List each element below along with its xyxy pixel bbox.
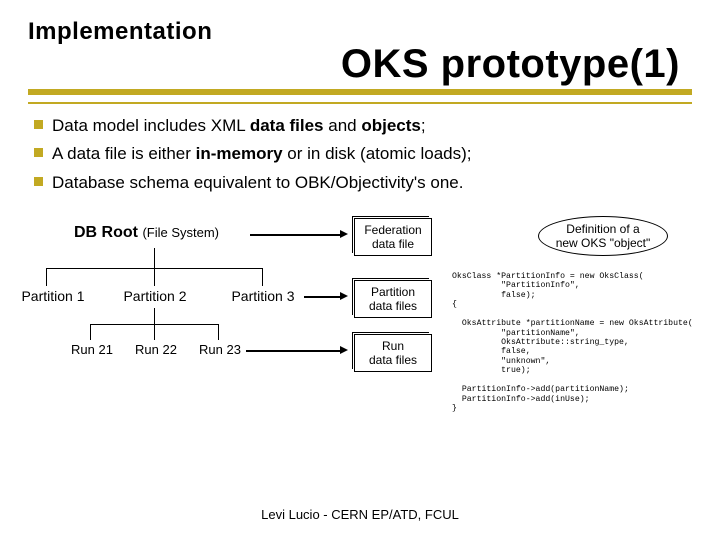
arrow-icon [340,230,348,238]
title-underline [28,89,692,99]
bullet-bold: in-memory [196,144,283,163]
bullet-item: Data model includes XML data files and o… [32,113,688,139]
run-label: Run 21 [68,342,116,357]
federation-file-box: Federation data file [354,218,432,256]
bullet-text: or in disk (atomic loads); [283,144,472,163]
code-snippet: OksClass *PartitionInfo = new OksClass( … [452,272,710,413]
partition-label: Partition 2 [116,288,194,304]
bullet-item: A data file is either in-memory or in di… [32,141,688,167]
diagram-area: DB Root (File System) Partition 1 Partit… [14,214,706,464]
db-root-note: (File System) [142,225,219,240]
run-label: Run 22 [132,342,180,357]
bullet-list: Data model includes XML data files and o… [32,113,688,196]
db-root-label: DB Root [74,224,138,241]
bullet-text: Data model includes XML [52,116,250,135]
partition-label: Partition 1 [14,288,92,304]
partition-label: Partition 3 [224,288,302,304]
run-files-box: Run data files [354,334,432,372]
bullet-bold: objects [361,116,421,135]
bullet-item: Database schema equivalent to OBK/Object… [32,170,688,196]
footer-author: Levi Lucio - CERN EP/ATD, FCUL [0,507,720,522]
run-label: Run 23 [196,342,244,357]
arrow-icon [340,292,348,300]
bullet-text: and [324,116,362,135]
arrow-icon [340,346,348,354]
partition-files-box: Partition data files [354,280,432,318]
bullet-text: ; [421,116,426,135]
bullet-bold: data files [250,116,324,135]
definition-oval: Definition of a new OKS "object" [538,216,668,256]
bullet-text: A data file is either [52,144,196,163]
bullet-text: Database schema equivalent to OBK/Object… [52,173,463,192]
page-title: OKS prototype(1) [341,42,680,87]
